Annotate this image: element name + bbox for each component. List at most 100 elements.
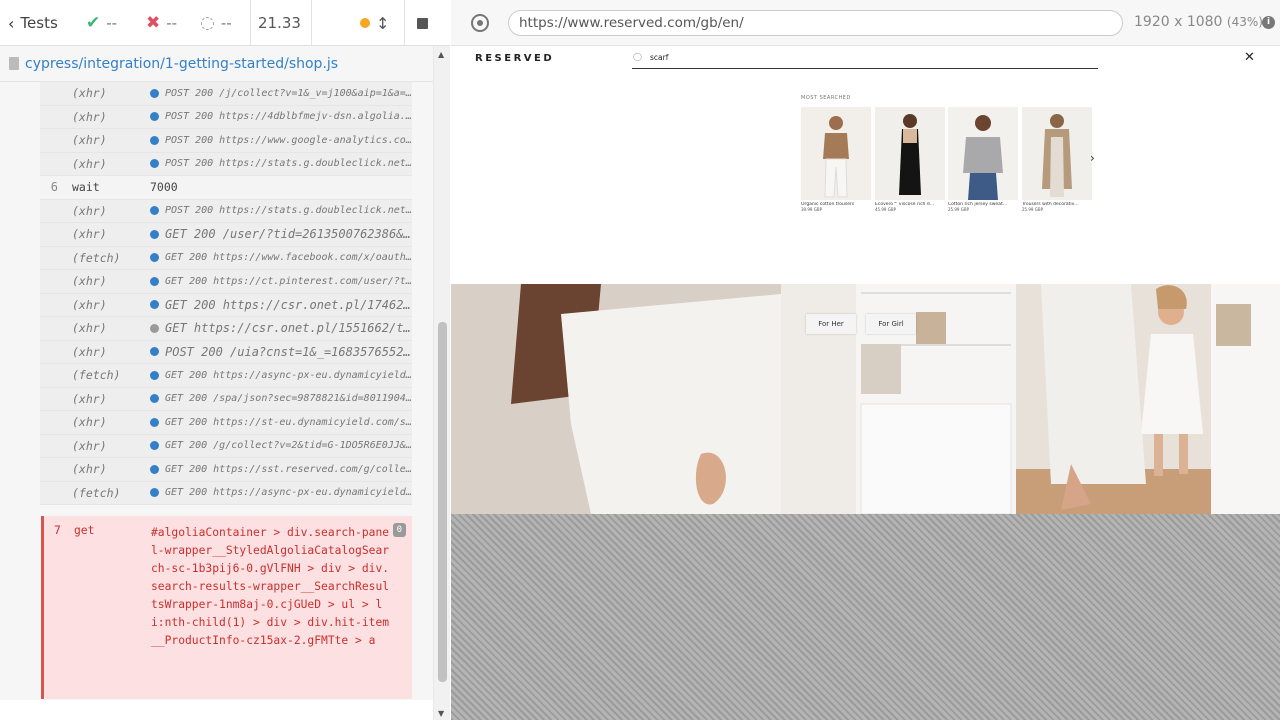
command-row[interactable]: (xhr) GET 200 /spa/json?sec=9878821&id=80…	[40, 387, 412, 411]
tests-button[interactable]: ‹ Tests	[8, 0, 70, 46]
product-image[interactable]	[948, 107, 1018, 200]
command-row[interactable]: (fetch) GET 200 https://async-px-eu.dynam…	[40, 481, 412, 505]
command-name: (xhr)	[72, 344, 107, 359]
command-name: get	[74, 524, 95, 537]
command-message-text: GET 200 https://csr.onet.pl/174621…	[165, 297, 412, 312]
product-photo	[875, 107, 945, 200]
command-row[interactable]: (xhr) POST 200 https://stats.g.doubleclic…	[40, 199, 412, 223]
crosshair-icon[interactable]	[471, 14, 489, 32]
command-row[interactable]: (xhr) GET 200 https://ct.pinterest.com/us…	[40, 270, 412, 294]
command-message-text: POST 200 https://4dblbfmejv-dsn.algolia.…	[165, 111, 412, 123]
command-row[interactable]: (xhr) GET 200 /user/?tid=2613500762386&p…	[40, 223, 412, 247]
command-row[interactable]: (xhr) POST 200 https://stats.g.doubleclic…	[40, 152, 412, 176]
status-dot-icon	[150, 417, 159, 427]
status-dot-icon	[150, 464, 159, 474]
command-name: (xhr)	[72, 203, 107, 218]
chevron-right-icon[interactable]: ›	[1090, 151, 1095, 165]
stop-button[interactable]	[417, 0, 433, 46]
command-row[interactable]: (xhr) GET 200 /g/collect?v=2&tid=G-1DO5R6…	[40, 434, 412, 458]
command-row[interactable]: (xhr) GET 200 https://sst.reserved.com/g/…	[40, 458, 412, 482]
command-name: (xhr)	[72, 133, 107, 148]
hero-banner[interactable]: ▔▔▔▔ For Her For Girl	[451, 284, 1280, 514]
info-icon[interactable]: i	[1262, 16, 1275, 29]
command-message: GET 200 https://st-eu.dynamicyield.com/s…	[150, 417, 412, 428]
command-message-text: GET 200 https://ct.pinterest.com/user/?t…	[165, 275, 412, 287]
command-message: 7000	[150, 180, 412, 194]
command-row[interactable]: (xhr) GET 200 https://st-eu.dynamicyield.…	[40, 411, 412, 435]
for-girl-button[interactable]: For Girl	[866, 314, 916, 334]
search-input[interactable]: scarf	[650, 53, 668, 62]
command-message: GET 200 /g/collect?v=2&tid=G-1DO5R6E0JJ&…	[150, 440, 412, 451]
command-row[interactable]: (xhr) POST 200 https://4dblbfmejv-dsn.alg…	[40, 105, 412, 129]
command-name: (xhr)	[72, 156, 107, 171]
running-indicator-icon	[360, 18, 370, 28]
status-dot-icon	[150, 441, 159, 451]
auto-scroll-toggle[interactable]: ↕	[360, 0, 392, 46]
command-message-text: 7000	[150, 180, 178, 195]
command-number: 6	[50, 180, 58, 195]
product-image[interactable]	[1022, 107, 1092, 200]
command-message: POST 200 /j/collect?v=1&_v=j100&aip=1&a=…	[150, 88, 412, 99]
command-message: POST 200 https://4dblbfmejv-dsn.algolia.…	[150, 111, 412, 122]
scroll-down-arrow-icon[interactable]: ▼	[438, 709, 444, 718]
status-dot-icon	[150, 300, 159, 310]
stop-icon	[417, 17, 428, 29]
command-name: (xhr)	[72, 391, 107, 406]
up-down-arrow-icon: ↕	[376, 13, 390, 33]
chevron-left-icon: ‹	[8, 13, 15, 33]
status-dot-icon	[150, 112, 159, 122]
product-price: 25.99 GBP	[948, 207, 969, 212]
product-card[interactable]: Cotton rich jersey sweat… 25.99 GBP	[948, 107, 1018, 212]
command-message-text: POST 200 /j/collect?v=1&_v=j100&aip=1&a=…	[165, 87, 412, 99]
product-image[interactable]	[801, 107, 871, 200]
aut-header: https://www.reserved.com/gb/en/ 1920 x 1…	[451, 0, 1280, 46]
command-message-text: POST 200 https://stats.g.doubleclick.net…	[165, 205, 412, 217]
command-message: GET 200 https://csr.onet.pl/174621…	[150, 298, 412, 312]
command-name: (fetch)	[72, 250, 121, 265]
close-icon[interactable]: ✕	[1244, 50, 1255, 65]
viewport-info: 1920 x 1080 (43%)	[1134, 14, 1263, 30]
for-her-button[interactable]: For Her	[806, 314, 856, 334]
cross-icon: ✖	[146, 13, 161, 33]
failed-stat: ✖ --	[146, 0, 196, 46]
command-name: (xhr)	[72, 297, 107, 312]
scroll-up-arrow-icon[interactable]: ▲	[438, 50, 444, 59]
url-bar[interactable]: https://www.reserved.com/gb/en/	[508, 10, 1123, 36]
failed-command-row[interactable]: 7 get #algoliaContainer > div.search-pan…	[41, 516, 412, 699]
product-image[interactable]	[875, 107, 945, 200]
viewport-scale: (43%)	[1226, 15, 1263, 29]
command-row[interactable]: (xhr) GET https://csr.onet.pl/1551662/ta…	[40, 317, 412, 341]
product-price: 25.99 GBP	[1022, 207, 1043, 212]
command-row[interactable]: (fetch) GET 200 https://www.facebook.com/…	[40, 246, 412, 270]
command-row[interactable]: (xhr) POST 200 /uia?cnst=1&_=16835765527…	[40, 340, 412, 364]
hero-title-decoration: ▔▔▔▔	[791, 284, 873, 306]
status-dot-icon	[150, 276, 159, 286]
command-row[interactable]: (xhr) GET 200 https://csr.onet.pl/174621…	[40, 293, 412, 317]
wait-command-row[interactable]: 6 wait 7000	[40, 176, 412, 200]
command-name: (xhr)	[72, 321, 107, 336]
command-message: GET 200 https://ct.pinterest.com/user/?t…	[150, 276, 412, 287]
command-message: POST 200 /uia?cnst=1&_=16835765527…	[150, 345, 412, 359]
product-card[interactable]: Organic cotton trousers 39.99 GBP	[801, 107, 871, 212]
command-name: (fetch)	[72, 368, 121, 383]
product-price: 45.99 GBP	[875, 207, 896, 212]
scrollbar-thumb[interactable]	[438, 322, 447, 682]
command-row[interactable]: (xhr) POST 200 https://www.google-analyti…	[40, 129, 412, 153]
passed-count: --	[106, 14, 118, 32]
command-message-text: GET 200 https://async-px-eu.dynamicyield…	[165, 369, 412, 381]
product-card[interactable]: Ecovero™ viscose rich d… 45.99 GBP	[875, 107, 945, 212]
command-message-text: POST 200 https://www.google-analytics.co…	[165, 134, 412, 146]
command-name: (xhr)	[72, 462, 107, 477]
file-icon	[9, 57, 19, 70]
command-log-panel: ‹ Tests ✔ -- ✖ -- ◌ -- 21.33 ↕ cypress/i…	[0, 0, 450, 720]
command-message-text: GET 200 https://st-eu.dynamicyield.com/s…	[165, 416, 412, 428]
command-row[interactable]: (fetch) GET 200 https://async-px-eu.dynam…	[40, 364, 412, 388]
status-dot-icon	[150, 159, 159, 169]
reporter-scrollbar[interactable]: ▲ ▼	[433, 46, 450, 720]
command-name: (xhr)	[72, 438, 107, 453]
product-card[interactable]: Trousers with decorativ… 25.99 GBP	[1022, 107, 1092, 212]
spec-file-link[interactable]: cypress/integration/1-getting-started/sh…	[25, 56, 338, 72]
command-row[interactable]: (xhr) POST 200 /j/collect?v=1&_v=j100&aip…	[40, 82, 412, 106]
circle-notch-icon: ◌	[200, 13, 215, 33]
site-logo[interactable]: RESERVED	[475, 53, 554, 64]
